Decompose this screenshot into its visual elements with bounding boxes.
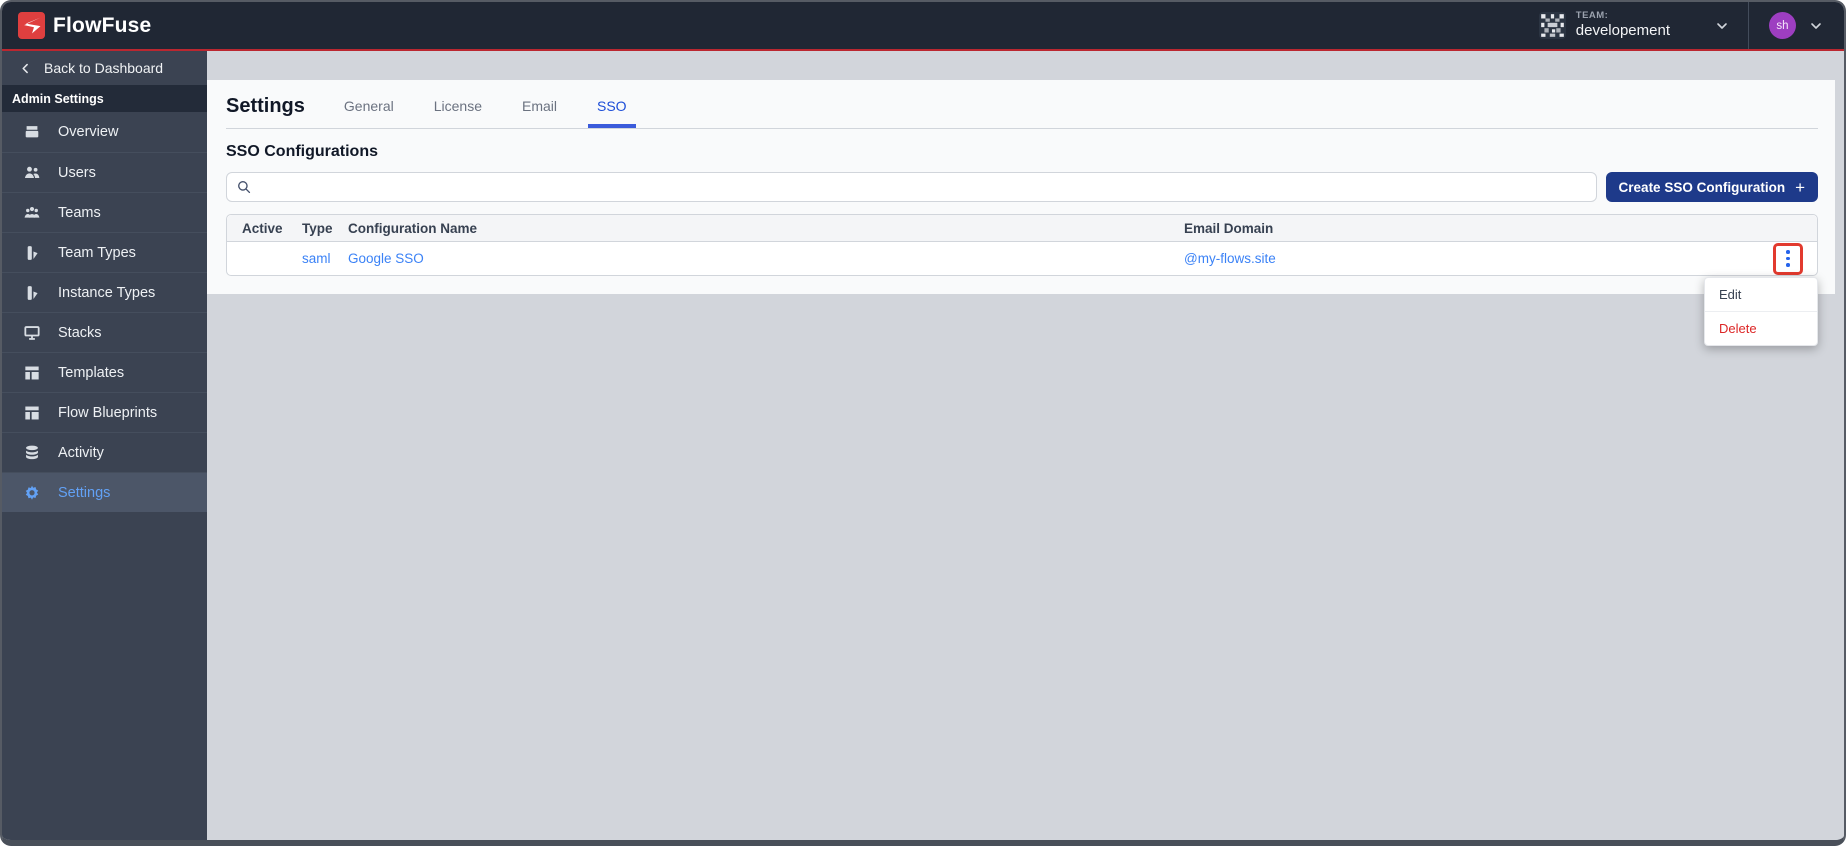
tab-email[interactable]: Email [513,98,566,128]
column-header-active: Active [242,220,283,236]
team-avatar-icon [1538,12,1566,39]
table-header-row: Active Type Configuration Name Email Dom… [227,215,1817,242]
sidebar-item-label: Flow Blueprints [58,404,158,421]
sidebar-item-label: Stacks [58,324,102,341]
column-header-type: Type [302,220,333,236]
search-input[interactable] [259,179,1587,195]
chevron-down-icon [1717,22,1727,29]
plus-icon: + [1795,177,1805,197]
team-types-icon [27,245,38,260]
back-to-dashboard[interactable]: Back to Dashboard [2,51,207,85]
table-row[interactable]: saml Google SSO @my-flows.site Edit Dele… [227,242,1818,346]
kebab-dot [1786,263,1790,267]
create-sso-configuration-button[interactable]: Create SSO Configuration + [1605,172,1818,202]
team-name: developement [1575,22,1670,40]
cell-configuration-name[interactable]: Google SSO [348,251,1184,266]
sidebar-item-label: Users [58,164,96,181]
sso-configurations-table: Active Type Configuration Name Email Dom… [226,214,1818,346]
admin-sidebar: Back to Dashboard Admin Settings Overvie… [2,51,207,840]
app-window: FlowFuse TEAM: developement sh Back to D… [0,0,1846,846]
kebab-dot [1786,256,1790,261]
sso-configurations-title: SSO Configurations [226,143,378,160]
row-context-menu: Edit Delete [1704,276,1818,346]
blueprints-icon [25,406,39,419]
team-text: TEAM: developement [1575,10,1670,40]
flowfuse-logo-icon [18,12,45,39]
sidebar-nav: Overview Users Teams Team Types Instance… [2,112,207,512]
sidebar-item-instance-types[interactable]: Instance Types [2,272,207,312]
settings-tabs: General License Email SSO [335,98,636,128]
user-menu[interactable]: sh [1749,2,1844,49]
sidebar-item-users[interactable]: Users [2,152,207,192]
users-icon [24,166,40,178]
sidebar-item-stacks[interactable]: Stacks [2,312,207,352]
cell-email-domain[interactable]: @my-flows.site [1184,251,1759,266]
row-actions: Edit Delete [1704,242,1818,346]
sidebar-item-label: Activity [58,444,104,461]
sidebar-item-team-types[interactable]: Team Types [2,232,207,272]
search-box[interactable] [226,172,1597,202]
sidebar-item-overview[interactable]: Overview [2,112,207,152]
settings-header: Settings General License Email SSO [226,95,1818,129]
main-area: Settings General License Email SSO SSO C… [207,51,1844,840]
menu-item-delete[interactable]: Delete [1705,310,1817,345]
sidebar-item-templates[interactable]: Templates [2,352,207,392]
cell-type[interactable]: saml [302,251,348,266]
stacks-icon [24,325,40,340]
sidebar-item-label: Team Types [58,244,136,261]
admin-settings-label: Admin Settings [2,85,207,112]
activity-icon [26,445,38,459]
back-label: Back to Dashboard [44,60,164,76]
page-title: Settings [226,95,305,117]
tab-sso[interactable]: SSO [588,98,636,128]
team-label: TEAM: [1575,10,1609,22]
sso-toolbar: Create SSO Configuration + [226,172,1818,202]
navbar-right: TEAM: developement sh [1521,2,1844,49]
sidebar-item-flow-blueprints[interactable]: Flow Blueprints [2,392,207,432]
search-icon [238,181,251,194]
sidebar-item-teams[interactable]: Teams [2,192,207,232]
chevron-left-icon [22,63,28,73]
menu-item-edit[interactable]: Edit [1705,278,1817,311]
tab-license[interactable]: License [425,98,491,128]
sidebar-item-settings[interactable]: Settings [2,472,207,512]
brand-name: FlowFuse [53,13,152,37]
settings-panel: Settings General License Email SSO SSO C… [207,80,1835,346]
sidebar-item-label: Settings [58,484,111,501]
top-navbar: FlowFuse TEAM: developement sh [2,2,1844,51]
sidebar-item-label: Overview [58,124,119,140]
chevron-down-icon [1811,22,1821,29]
templates-icon [25,366,39,379]
kebab-menu-button[interactable] [1773,242,1803,275]
sidebar-item-label: Teams [58,204,101,221]
kebab-dot [1786,250,1790,254]
sidebar-item-activity[interactable]: Activity [2,432,207,472]
user-avatar: sh [1769,12,1796,39]
sidebar-item-label: Instance Types [58,284,156,301]
teams-icon [24,206,40,218]
column-header-email-domain: Email Domain [1184,220,1274,236]
column-header-configuration-name: Configuration Name [348,220,478,236]
instance-types-icon [27,285,38,300]
overview-icon [25,126,39,138]
create-button-label: Create SSO Configuration [1618,179,1786,195]
team-selector[interactable]: TEAM: developement [1521,2,1748,49]
brand[interactable]: FlowFuse [18,12,208,39]
sidebar-item-label: Templates [58,364,125,381]
tab-general[interactable]: General [335,98,403,128]
settings-gear-icon [25,485,39,500]
